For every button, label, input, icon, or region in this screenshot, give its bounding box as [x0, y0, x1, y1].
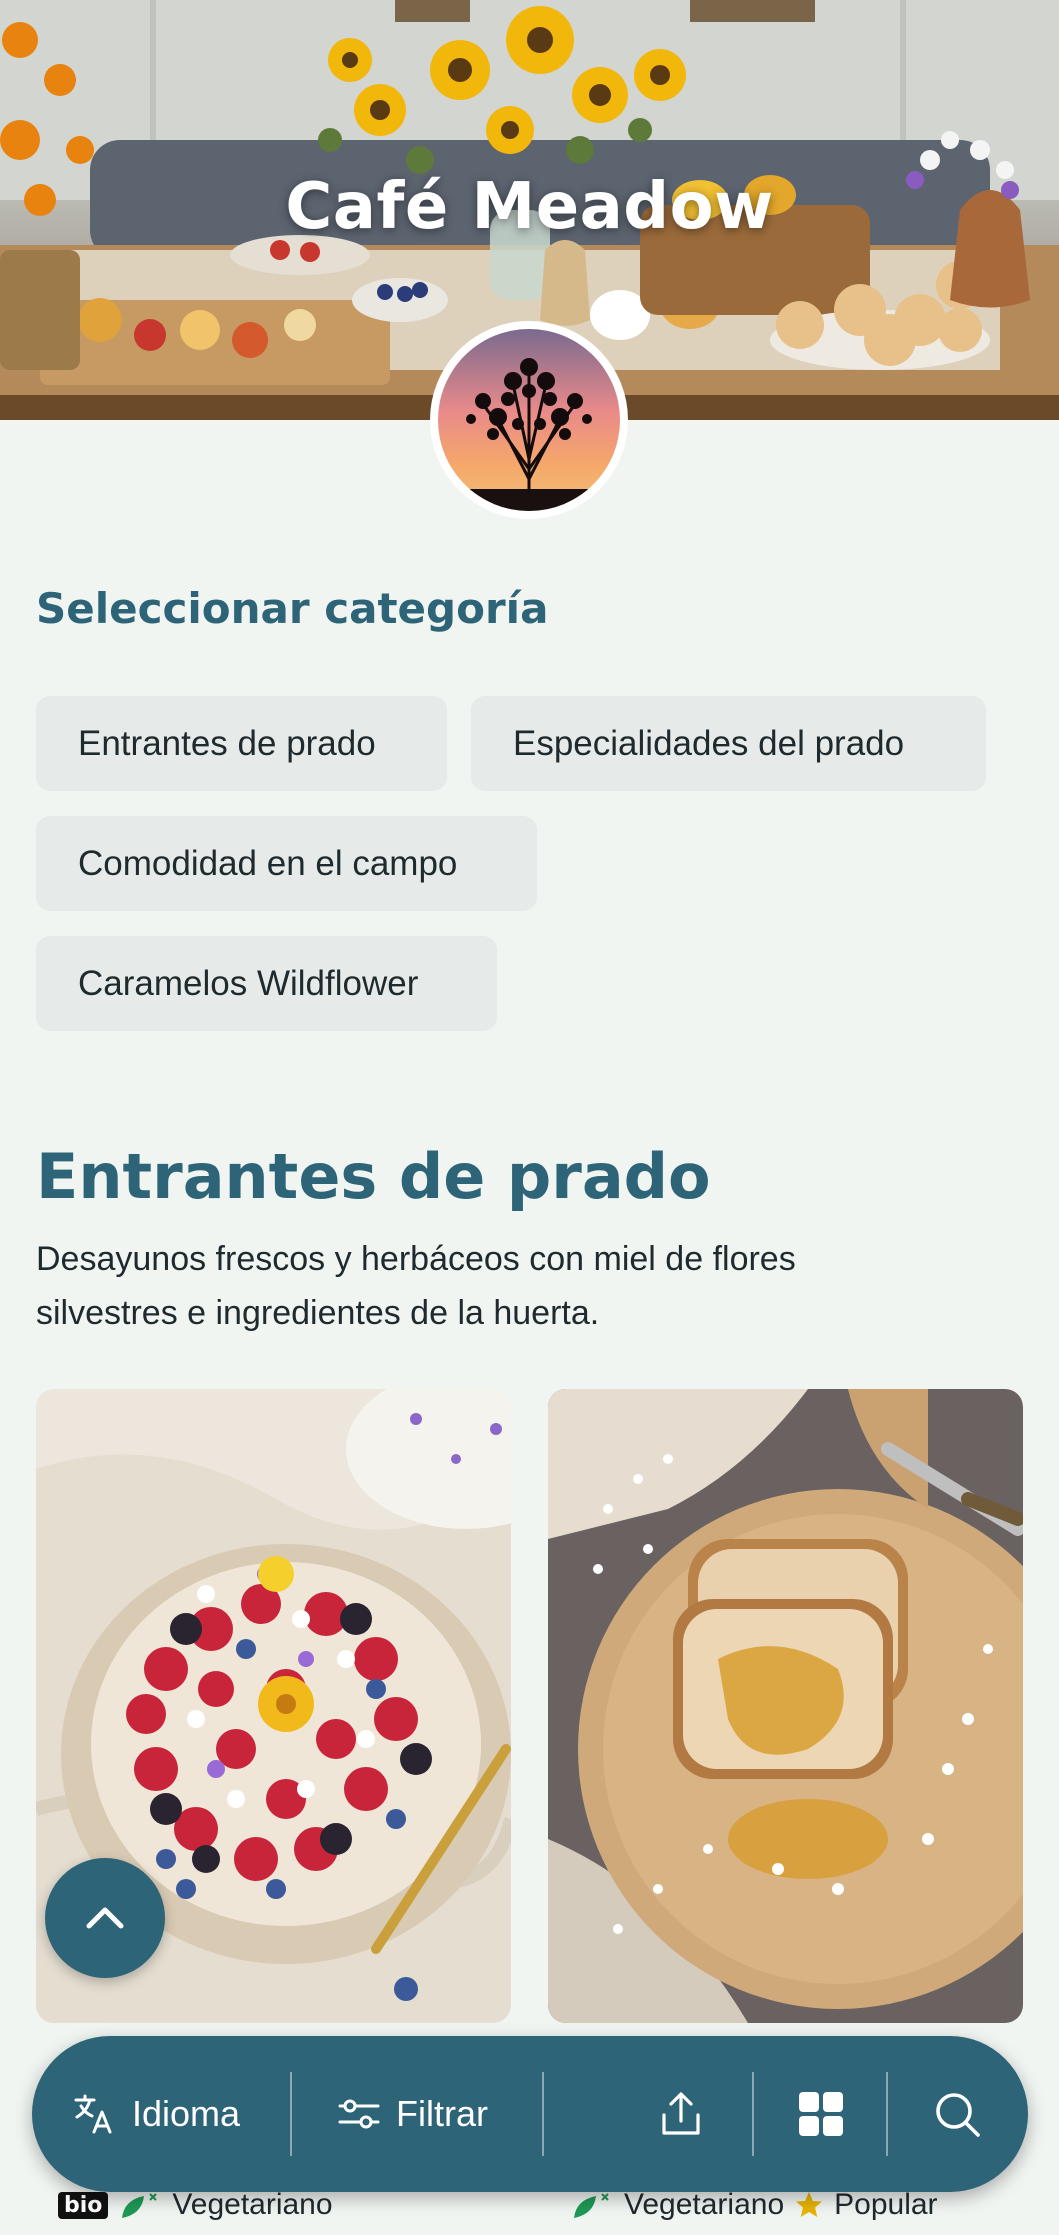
category-chip-label: Especialidades del prado: [513, 723, 905, 763]
category-chip-especialidades[interactable]: Especialidades del prado: [471, 696, 986, 791]
filter-label: Filtrar: [396, 2093, 488, 2134]
honey-toast-image: [548, 1389, 1023, 2023]
grid-icon: [799, 2092, 843, 2136]
restaurant-name: Café Meadow: [285, 170, 774, 244]
language-button[interactable]: Idioma: [72, 2036, 240, 2192]
chevron-up-icon: [86, 1907, 124, 1929]
category-chip-caramelos[interactable]: Caramelos Wildflower: [36, 936, 497, 1031]
menu-item-card[interactable]: [548, 1389, 1023, 2023]
category-heading: Seleccionar categoría: [36, 584, 549, 633]
vegetarian-leaf-icon: [122, 2193, 158, 2218]
language-label: Idioma: [132, 2093, 241, 2134]
category-chip-entrantes[interactable]: Entrantes de prado: [36, 696, 447, 791]
vegetarian-leaf-icon: [574, 2193, 609, 2218]
bar-divider: [542, 2072, 544, 2156]
sliders-icon: [338, 2099, 380, 2129]
sunset-flower-logo-icon: [438, 329, 620, 511]
grid-view-button[interactable]: [796, 2036, 846, 2192]
bottom-action-bar: Idioma Filtrar: [32, 2036, 1028, 2192]
filter-button[interactable]: Filtrar: [336, 2036, 488, 2192]
search-icon: [936, 2093, 980, 2137]
menu-item-tags: bio Vegetariano: [58, 2188, 333, 2222]
bar-divider: [752, 2072, 754, 2156]
category-chip-comodidad[interactable]: Comodidad en el campo: [36, 816, 537, 911]
bar-divider: [886, 2072, 888, 2156]
search-button[interactable]: [932, 2036, 982, 2192]
vegetarian-tag: Vegetariano: [624, 2188, 785, 2221]
star-icon: [796, 2192, 823, 2217]
section-title: Entrantes de prado: [36, 1140, 711, 1213]
vegetarian-tag: Vegetariano: [172, 2188, 333, 2221]
bar-divider: [290, 2072, 292, 2156]
bio-badge: bio: [58, 2191, 109, 2219]
share-button[interactable]: [656, 2036, 706, 2192]
translate-icon: [74, 2094, 112, 2134]
popular-tag: Popular: [834, 2188, 938, 2221]
restaurant-logo: [430, 321, 628, 519]
share-upload-icon: [662, 2092, 700, 2135]
menu-page: Café Meadow Seleccionar categoría Entran…: [0, 0, 1059, 2235]
category-chip-label: Comodidad en el campo: [78, 843, 458, 883]
category-chip-label: Caramelos Wildflower: [78, 963, 419, 1003]
menu-item-tags: Vegetariano Popular: [570, 2188, 938, 2222]
category-chip-label: Entrantes de prado: [78, 723, 376, 763]
section-description: Desayunos frescos y herbáceos con miel d…: [36, 1240, 796, 1332]
scroll-to-top-button[interactable]: [45, 1858, 165, 1978]
